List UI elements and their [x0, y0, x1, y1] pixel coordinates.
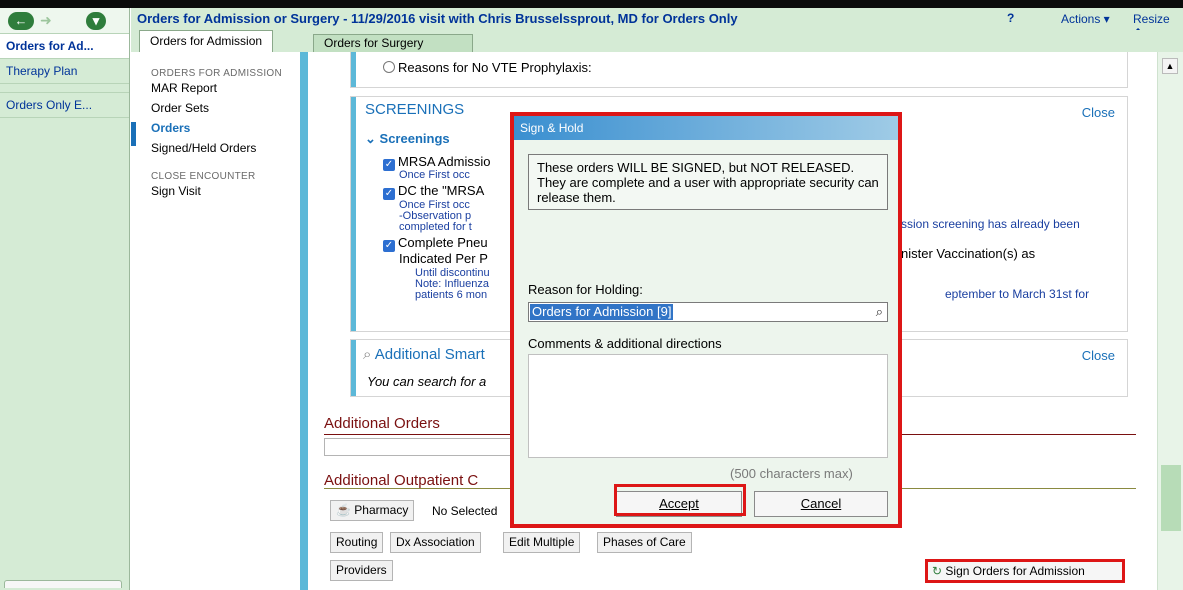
checkbox-checked-icon[interactable]: ✓ [383, 188, 395, 200]
reason-value[interactable]: Orders for Admission [9] [530, 304, 674, 320]
screening-item-pneumo-line3: patients 6 mon [415, 289, 488, 301]
routing-button[interactable]: Routing [330, 532, 384, 553]
activity-accent-strip [300, 52, 308, 590]
cancel-button[interactable]: Cancel [754, 491, 888, 517]
no-selected-label: No Selected [432, 504, 498, 518]
nav-bottom-tab[interactable] [4, 580, 122, 588]
left-nav: ← ➜ ▾ Orders for Ad... Therapy Plan Orde… [0, 8, 130, 590]
tab-orders-for-surgery[interactable]: Orders for Surgery [313, 34, 473, 52]
reason-for-holding-field[interactable]: Orders for Admission [9] ⌕ [528, 302, 888, 322]
chevron-down-icon[interactable]: ▾ [86, 12, 106, 30]
sign-icon: ↻ [932, 564, 943, 578]
providers-button[interactable]: Providers [330, 560, 393, 581]
radio-icon[interactable] [383, 61, 395, 73]
sign-hold-dialog: Sign & Hold These orders WILL BE SIGNED,… [510, 112, 902, 528]
pharmacy-icon: ☕ [336, 503, 351, 517]
screenings-subheader[interactable]: ⌄ Screenings [365, 131, 450, 147]
link-mar-report[interactable]: MAR Report [151, 81, 305, 95]
max-chars-hint: (500 characters max) [730, 466, 853, 481]
link-order-sets[interactable]: Order Sets [151, 101, 305, 115]
checkbox-checked-icon[interactable]: ✓ [383, 240, 395, 252]
screenings-sub-label: Screenings [379, 131, 450, 146]
accept-highlight [614, 484, 746, 516]
link-signed-held-orders[interactable]: Signed/Held Orders [151, 141, 305, 155]
forward-arrow-icon[interactable]: ➜ [40, 12, 52, 29]
search-icon: ⌕ [363, 346, 372, 363]
scroll-up-icon[interactable]: ▲ [1162, 58, 1178, 74]
edit-multiple-button[interactable]: Edit Multiple [503, 532, 581, 553]
nav-arrows: ← ➜ ▾ [0, 8, 129, 34]
screening-item-mrsa-freq: Once First occ [399, 169, 470, 181]
screening-item-dc-note2: completed for t [399, 221, 472, 233]
screenings-title: SCREENINGS [365, 101, 465, 118]
search-icon[interactable]: ⌕ [876, 304, 883, 320]
screenings-close-link[interactable]: Close [1082, 105, 1115, 120]
title-bar: Orders for Admission or Surgery - 11/29/… [131, 8, 1183, 40]
screening-item-pneumo-right: nister Vaccination(s) as [901, 246, 1036, 261]
phases-of-care-button[interactable]: Phases of Care [597, 532, 692, 553]
help-icon[interactable]: ? [1007, 11, 1014, 25]
vte-panel: Reasons for No VTE Prophylaxis: [350, 52, 1128, 88]
reason-label: Reason for Holding: [528, 282, 643, 297]
screening-item-pneumo-b: Indicated Per P [399, 251, 488, 266]
nav-item-orders-for-admission[interactable]: Orders for Ad... [0, 34, 129, 59]
vte-option[interactable]: Reasons for No VTE Prophylaxis: [383, 60, 592, 75]
screening-item-pneumo[interactable]: ✓ Complete Pneu [383, 235, 488, 252]
scroll-thumb[interactable] [1161, 465, 1181, 531]
window-title: Orders for Admission or Surgery - 11/29/… [137, 11, 738, 26]
dx-association-button[interactable]: Dx Association [390, 532, 481, 553]
screening-item-dc-mrsa[interactable]: ✓ DC the "MRSA [383, 183, 484, 200]
section-orders-for-admission: ORDERS FOR ADMISSION [151, 68, 283, 79]
vertical-scrollbar[interactable]: ▲ [1157, 52, 1183, 590]
screening-item-pneumo-line2-right: eptember to March 31st for [945, 287, 1090, 301]
smartsets-hint: You can search for a [367, 374, 487, 389]
tab-orders-for-admission[interactable]: Orders for Admission [139, 30, 274, 52]
link-sign-visit[interactable]: Sign Visit [151, 184, 305, 198]
active-indicator [131, 122, 136, 146]
actions-menu[interactable]: Actions ▾ [1061, 12, 1110, 26]
nav-item-orders-only-encounter[interactable]: Orders Only E... [0, 92, 129, 118]
dialog-title: Sign & Hold [514, 116, 898, 140]
comments-label: Comments & additional directions [528, 336, 722, 351]
sign-orders-button[interactable]: ↻ Sign Orders for Admission [925, 559, 1125, 583]
link-orders[interactable]: Orders [151, 121, 305, 135]
comments-field[interactable] [528, 354, 888, 458]
additional-orders-title: Additional Orders [324, 415, 440, 432]
dialog-message: These orders WILL BE SIGNED, but NOT REL… [528, 154, 888, 210]
vte-option-label: Reasons for No VTE Prophylaxis: [398, 60, 592, 75]
smartsets-close-link[interactable]: Close [1082, 348, 1115, 363]
smartsets-title: ⌕ Additional Smart [363, 346, 485, 363]
screening-item-dc-note1-right: ssion screening has already been [901, 217, 1080, 231]
activity-sidebar: ORDERS FOR ADMISSION MAR Report Order Se… [131, 52, 306, 590]
additional-orders-search[interactable] [324, 438, 514, 456]
pharmacy-button[interactable]: ☕ Pharmacy [330, 500, 415, 521]
additional-outpatient-title: Additional Outpatient C [324, 472, 479, 489]
nav-item-therapy-plan[interactable]: Therapy Plan [0, 59, 129, 84]
window-top-band [0, 0, 1183, 8]
tab-row: Orders for Admission Orders for Surgery [131, 30, 1183, 52]
chevron-down-icon: ⌄ [365, 131, 376, 146]
section-close-encounter: CLOSE ENCOUNTER [151, 171, 256, 182]
checkbox-checked-icon[interactable]: ✓ [383, 159, 395, 171]
back-arrow-icon[interactable]: ← [8, 12, 34, 30]
